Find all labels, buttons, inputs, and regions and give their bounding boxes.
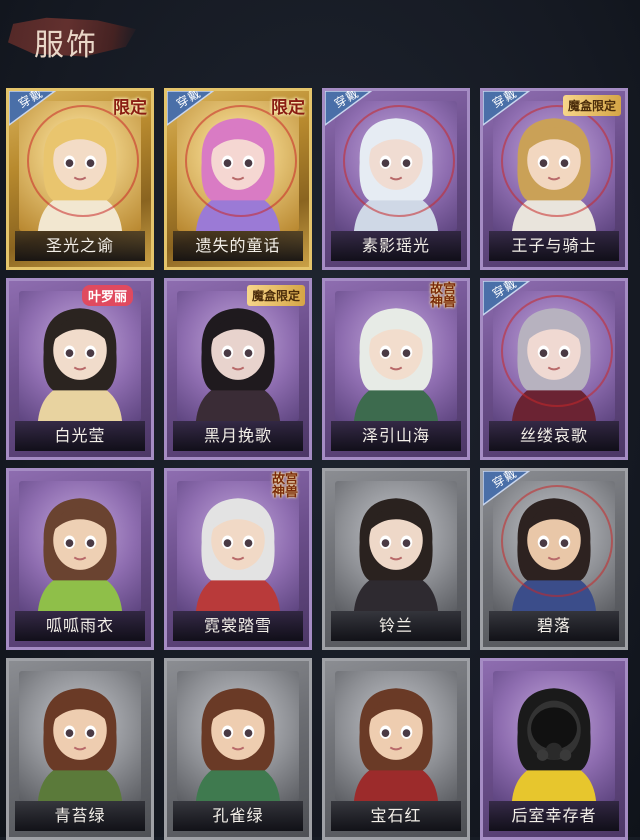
costume-card[interactable]: 魔盒限定黑月挽歌 (164, 278, 312, 460)
lily-lady-portrait-icon (335, 481, 457, 611)
costume-card[interactable]: 后室幸存者 (480, 658, 628, 840)
costume-card[interactable]: 故宫神兽霓裳踏雪 (164, 468, 312, 650)
costume-name: 后室幸存者 (489, 801, 619, 831)
costume-name: 碧落 (489, 611, 619, 641)
gas-mask-portrait-icon (493, 671, 615, 801)
costume-name: 呱呱雨衣 (15, 611, 145, 641)
wear-badge: 穿戴 (325, 91, 389, 131)
costume-name: 素影瑶光 (331, 231, 461, 261)
costume-name: 孔雀绿 (173, 801, 303, 831)
costume-name: 铃兰 (331, 611, 461, 641)
peacock-green-portrait-icon (177, 671, 299, 801)
page-header: 服饰 (0, 0, 640, 72)
frog-raincoat-portrait-icon (19, 481, 141, 611)
costume-name: 遗失的童话 (173, 231, 303, 261)
costume-name: 泽引山海 (331, 421, 461, 451)
costume-name: 圣光之谕 (15, 231, 145, 261)
moss-green-portrait-icon (19, 671, 141, 801)
costume-card[interactable]: 穿戴 限定圣光之谕 (6, 88, 154, 270)
fox-girl-portrait-icon (177, 481, 299, 611)
costume-card[interactable]: 叶罗丽白光莹 (6, 278, 154, 460)
costume-name: 王子与骑士 (489, 231, 619, 261)
page-title: 服饰 (34, 28, 98, 63)
costume-card[interactable]: 穿戴 魔盒限定王子与骑士 (480, 88, 628, 270)
costume-card[interactable]: 穿戴 限定遗失的童话 (164, 88, 312, 270)
crowned-lady-portrait-icon (19, 291, 141, 421)
costume-name: 白光莹 (15, 421, 145, 451)
wear-badge: 穿戴 (483, 281, 547, 321)
costume-card[interactable]: 宝石红 (322, 658, 470, 840)
limited-tag: 限定 (113, 98, 147, 118)
costume-card[interactable]: 故宫神兽泽引山海 (322, 278, 470, 460)
horned-boy-portrait-icon (335, 291, 457, 421)
costume-card[interactable]: 孔雀绿 (164, 658, 312, 840)
costume-card[interactable]: 青苔绿 (6, 658, 154, 840)
gem-red-portrait-icon (335, 671, 457, 801)
limited-tag: 限定 (271, 98, 305, 118)
costume-name: 黑月挽歌 (173, 421, 303, 451)
costume-name: 霓裳踏雪 (173, 611, 303, 641)
costume-name: 青苔绿 (15, 801, 145, 831)
costume-card[interactable]: 穿戴碧落 (480, 468, 628, 650)
wear-badge: 穿戴 (9, 91, 73, 131)
limited-tag: 魔盒限定 (246, 285, 305, 306)
limited-tag: 叶罗丽 (81, 285, 133, 306)
costume-card[interactable]: 呱呱雨衣 (6, 468, 154, 650)
costume-name: 宝石红 (331, 801, 461, 831)
limited-tag: 故宫神兽 (429, 282, 456, 310)
costume-name: 丝缕哀歌 (489, 421, 619, 451)
costume-card[interactable]: 穿戴素影瑶光 (322, 88, 470, 270)
costume-card[interactable]: 铃兰 (322, 468, 470, 650)
costume-card[interactable]: 穿戴丝缕哀歌 (480, 278, 628, 460)
black-hair-portrait-icon (177, 291, 299, 421)
limited-tag: 故宫神兽 (271, 472, 298, 500)
wear-badge: 穿戴 (483, 471, 547, 511)
wear-badge: 穿戴 (167, 91, 231, 131)
limited-tag: 魔盒限定 (562, 95, 621, 116)
wear-badge: 穿戴 (483, 91, 547, 131)
